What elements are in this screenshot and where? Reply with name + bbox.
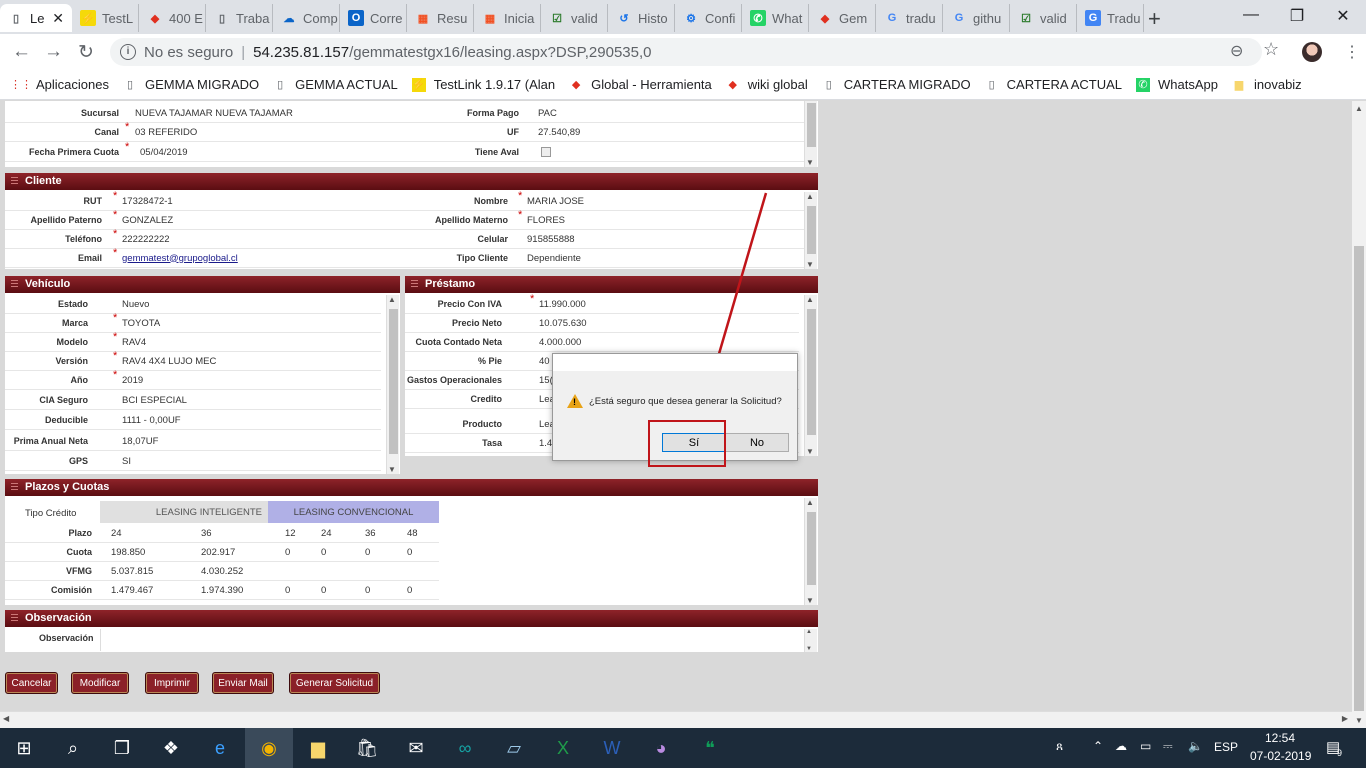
excel-icon[interactable]: X xyxy=(539,728,587,768)
battery-icon[interactable]: ▭ xyxy=(1140,739,1151,753)
tray-chevron-icon[interactable]: ⌃ xyxy=(1093,739,1103,753)
dialog-message: ¿Está seguro que desea generar la Solici… xyxy=(589,396,782,407)
cat-icon[interactable]: ◕ xyxy=(637,728,685,768)
onedrive-tray-icon[interactable]: ☁ xyxy=(1115,739,1127,753)
volume-icon[interactable]: 🔈 xyxy=(1188,739,1203,753)
mail-icon[interactable]: ✉ xyxy=(392,728,440,768)
taskbar: ⊞ ⌕ ❐ ❖ e ◉ ▆ 🛍 ✉ ∞ ▱ X W ◕ ❝ ጸ ⌃ ☁ ▭ ⎓ 🔈 ESP 12:54 07-02-2019 ▤… xyxy=(0,728,1366,768)
word-icon[interactable]: W xyxy=(588,728,636,768)
annotation-highlight-box xyxy=(648,420,726,467)
language-indicator[interactable]: ESP xyxy=(1214,740,1238,754)
page-vertical-scrollbar[interactable]: ▲ ▼ xyxy=(1352,101,1366,728)
arduino-icon[interactable]: ∞ xyxy=(441,728,489,768)
notepad-icon[interactable]: ▱ xyxy=(490,728,538,768)
edge-icon[interactable]: e xyxy=(196,728,244,768)
store-icon[interactable]: 🛍 xyxy=(343,728,391,768)
clock-time[interactable]: 12:54 xyxy=(1265,731,1295,745)
hangouts-icon[interactable]: ❝ xyxy=(686,728,734,768)
task-view-icon[interactable]: ❐ xyxy=(98,728,146,768)
network-icon[interactable]: ⎓ xyxy=(1163,739,1173,754)
chrome-icon[interactable]: ◉ xyxy=(245,728,293,768)
windows-icon[interactable]: ⊞ xyxy=(0,728,48,768)
search-icon[interactable]: ⌕ xyxy=(49,728,97,768)
tray-people-icon[interactable]: ጸ xyxy=(1056,739,1063,754)
no-button[interactable]: No xyxy=(725,433,789,452)
dropbox-icon[interactable]: ❖ xyxy=(147,728,195,768)
clock-date[interactable]: 07-02-2019 xyxy=(1250,749,1311,763)
page-horizontal-scrollbar[interactable]: ◀ ▶ xyxy=(0,711,1352,728)
file-explorer-icon[interactable]: ▆ xyxy=(294,728,342,768)
notification-count: 9 xyxy=(1337,748,1343,758)
